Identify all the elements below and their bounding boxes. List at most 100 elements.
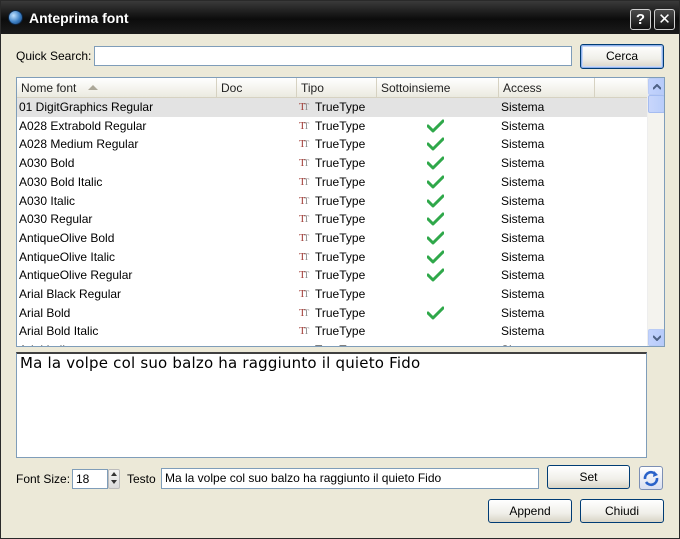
row-highlight: [227, 98, 664, 117]
font-type-cell: TT TrueType: [299, 98, 365, 117]
stepper-up-icon[interactable]: [111, 472, 117, 476]
font-type-cell: TTTrueType: [299, 341, 365, 346]
subset-cell: [427, 248, 449, 267]
table-row[interactable]: Arial Bold TT TrueType Sistema: [17, 304, 648, 323]
quick-search-label: Quick Search:: [16, 49, 92, 63]
table-row[interactable]: Arial Italic TTTrueType Sistema: [17, 341, 648, 346]
font-preview-dialog: Anteprima font ? ✕ Quick Search: Cerca N…: [0, 0, 680, 539]
subset-cell: [427, 154, 449, 173]
table-row[interactable]: Arial Bold Italic TT TrueType Sistema: [17, 322, 648, 341]
table-row[interactable]: A030 Regular TT TrueType Sistema: [17, 210, 648, 229]
font-type-label: TrueType: [315, 287, 366, 301]
text-label: Testo: [127, 472, 156, 486]
truetype-icon: TT: [299, 250, 310, 263]
truetype-icon: TT: [299, 231, 310, 244]
scroll-thumb[interactable]: [648, 95, 664, 113]
access-cell: Sistema: [501, 268, 545, 283]
font-size-stepper[interactable]: [108, 469, 120, 489]
table-row[interactable]: Arial Black Regular TT TrueType Sistema: [17, 285, 648, 304]
sort-ascending-icon: [88, 85, 98, 90]
font-name-cell: A028 Extrabold Regular: [19, 118, 147, 133]
check-icon: [427, 119, 444, 133]
vertical-scrollbar[interactable]: [647, 78, 664, 346]
font-list[interactable]: Nome font Doc Tipo Sottoinsieme Access 0…: [16, 77, 665, 347]
column-header-subset[interactable]: Sottoinsieme: [377, 78, 499, 98]
font-type-cell: TTTrueType: [299, 173, 365, 192]
window-title: Anteprima font: [29, 10, 129, 26]
table-row[interactable]: A030 Bold TT TrueType Sistema: [17, 154, 648, 173]
font-type-label: TrueType: [315, 137, 366, 152]
subset-cell: [427, 210, 449, 229]
preview-sample-text: Ma la volpe col suo balzo ha raggiunto i…: [20, 354, 421, 372]
truetype-icon: TT: [299, 306, 310, 319]
search-button[interactable]: Cerca: [580, 44, 664, 69]
font-type-label: TrueType: [315, 343, 365, 346]
check-icon: [427, 156, 444, 170]
refresh-button[interactable]: [639, 466, 663, 490]
font-name-cell: AntiqueOlive Bold: [19, 230, 115, 245]
check-icon: [427, 231, 444, 245]
access-cell: Sistema: [501, 305, 545, 320]
font-type-cell: TTTrueType: [299, 135, 365, 154]
quick-search-input[interactable]: [94, 46, 572, 66]
font-type-label: TrueType: [315, 212, 366, 227]
table-row[interactable]: A028 Extrabold Regular TT TrueType Sistema: [17, 117, 648, 136]
table-header: Nome font Doc Tipo Sottoinsieme Access: [17, 78, 648, 98]
table-row[interactable]: AntiqueOlive Regular TT TrueType Sistema: [17, 266, 648, 285]
close-window-button[interactable]: ✕: [654, 9, 675, 30]
font-type-label: TrueType: [315, 305, 366, 320]
table-row[interactable]: A028 Medium Regular TT TrueType Sistema: [17, 135, 648, 154]
set-button[interactable]: Set: [547, 465, 630, 489]
column-header-name[interactable]: Nome font: [17, 78, 217, 98]
font-type-label: TrueType: [315, 268, 366, 283]
truetype-icon: TT: [299, 213, 310, 226]
table-row[interactable]: AntiqueOlive Bold TT TrueType Sistema: [17, 229, 648, 248]
check-icon: [427, 268, 444, 282]
help-button[interactable]: ?: [630, 9, 651, 30]
access-cell: Sistema: [501, 324, 545, 339]
truetype-icon: TT: [299, 325, 310, 338]
font-type-cell: TTTrueType: [299, 322, 365, 341]
access-cell: Sistema: [501, 230, 545, 245]
table-row[interactable]: 01 DigitGraphics Regular TT TrueType Sistem…: [17, 98, 664, 117]
check-icon: [427, 194, 444, 207]
append-button[interactable]: Append: [488, 499, 572, 523]
check-icon: [427, 137, 444, 151]
font-type-cell: TTTrueType: [299, 117, 365, 136]
truetype-icon: TT: [299, 101, 310, 113]
font-type-cell: TTTrueType: [299, 229, 365, 248]
font-size-input[interactable]: 18: [72, 469, 108, 489]
subset-cell: [427, 117, 449, 136]
table-row[interactable]: A030 Italic TT TrueType Sistema: [17, 192, 648, 211]
column-header-type[interactable]: Tipo: [297, 78, 377, 98]
scroll-up-button[interactable]: [648, 78, 664, 95]
font-name-cell: AntiqueOlive Italic: [19, 249, 116, 264]
close-button[interactable]: Chiudi: [580, 499, 664, 523]
check-icon: [427, 250, 444, 264]
font-type-cell: TT TrueType: [299, 304, 365, 323]
font-name-cell: Arial Italic: [17, 341, 227, 346]
font-type-cell: TTTrueType: [299, 285, 365, 304]
table-row[interactable]: AntiqueOlive Italic TT TrueType Sistema: [17, 248, 648, 267]
column-header-doc[interactable]: Doc: [217, 78, 297, 98]
column-header-access[interactable]: Access: [499, 78, 595, 98]
font-type-label: TrueType: [315, 100, 366, 114]
access-cell: Sistema: [501, 174, 545, 189]
subset-cell: [427, 192, 449, 211]
font-type-cell: TT TrueType: [299, 210, 365, 229]
font-name-cell: A030 Bold Italic: [19, 174, 103, 189]
sample-text-input[interactable]: Ma la volpe col suo balzo ha raggiunto i…: [161, 468, 539, 489]
font-name-cell: 01 DigitGraphics Regular: [17, 98, 227, 117]
access-cell: Sistema: [501, 156, 545, 171]
table-row[interactable]: A030 Bold Italic TT TrueType Sistema: [17, 173, 648, 192]
title-bar[interactable]: Anteprima font ? ✕: [1, 1, 679, 34]
stepper-down-icon[interactable]: [111, 480, 117, 484]
access-cell: Sistema: [501, 287, 545, 301]
truetype-icon: TT: [299, 344, 313, 346]
truetype-icon: TT: [299, 175, 310, 188]
access-cell: Sistema: [501, 212, 545, 227]
scroll-down-button[interactable]: [648, 329, 664, 346]
check-icon: [427, 212, 444, 226]
truetype-icon: TT: [299, 194, 310, 207]
subset-cell: [427, 173, 449, 192]
